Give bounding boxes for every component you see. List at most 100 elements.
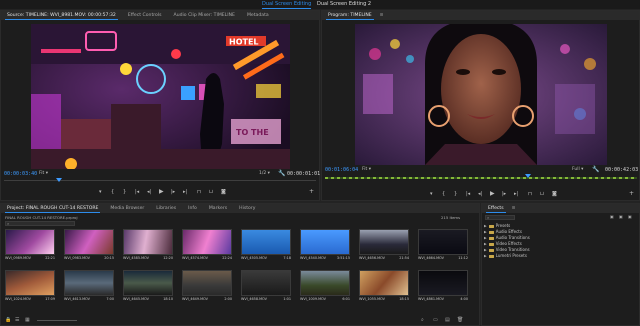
icon-view-icon[interactable]: ▦ — [25, 317, 30, 323]
clip-thumbnail[interactable] — [418, 270, 468, 296]
play-icon[interactable]: ▶ — [159, 189, 164, 195]
items-count: 215 Items — [441, 215, 461, 220]
effects-folder-label: Audio Transitions — [495, 235, 530, 240]
program-playhead[interactable] — [525, 174, 531, 178]
add-marker-icon[interactable]: ▾ — [99, 189, 102, 195]
add-button-icon[interactable]: + — [309, 189, 314, 195]
workspace-tab-dual-screen[interactable]: Dual Screen Editing — [262, 1, 312, 9]
program-time-ruler[interactable] — [325, 174, 637, 182]
effects-search-input[interactable]: ⌕ — [485, 215, 515, 220]
clip-name: WVI_0989.MOV — [5, 256, 31, 260]
source-zoom-label: Fit — [39, 171, 45, 176]
clip-thumbnail[interactable] — [418, 229, 468, 255]
clip-thumbnail[interactable] — [123, 229, 173, 255]
clip-duration: 18:10 — [163, 297, 173, 301]
source-time-ruler[interactable] — [4, 178, 316, 183]
clip-thumbnail[interactable] — [300, 270, 350, 296]
search-input[interactable]: ⌕ — [5, 221, 75, 226]
program-timecode-current[interactable]: 00:01:06:04 — [325, 167, 358, 173]
panel-menu-icon[interactable]: ≡ — [510, 204, 518, 213]
tab-media-browser[interactable]: Media Browser — [104, 204, 150, 213]
lift-icon[interactable]: ⊓ — [528, 191, 532, 197]
lock-icon[interactable]: 🔒 — [5, 317, 11, 323]
clip-thumbnail[interactable] — [300, 229, 350, 255]
clip-duration: 21:54 — [399, 256, 409, 260]
insert-icon[interactable]: ⊓ — [197, 189, 201, 195]
clip-thumbnail[interactable] — [182, 270, 232, 296]
wrench-icon[interactable]: 🔧 — [592, 166, 599, 173]
clip-name: WVI_4861.MOV — [418, 297, 444, 301]
mark-out-icon[interactable]: } — [123, 189, 126, 195]
clip-name: WVI_4649.MOV — [182, 297, 208, 301]
tab-program[interactable]: Program: TIMELINE — [322, 11, 378, 20]
mark-in-icon[interactable]: { — [442, 191, 445, 197]
source-playhead[interactable] — [56, 178, 62, 182]
source-resolution-select[interactable]: 1/2 ▾ — [259, 171, 270, 176]
effects-folder-video-effects[interactable]: ▶ Video Effects — [484, 241, 522, 246]
source-video-frame[interactable]: HOTEL TO THE — [31, 24, 290, 169]
clip-thumbnail[interactable] — [64, 229, 114, 255]
yuv-effects-icon[interactable]: ▣ — [628, 214, 632, 219]
tab-libraries[interactable]: Libraries — [150, 204, 182, 213]
zoom-slider[interactable] — [37, 320, 77, 321]
tab-project[interactable]: Project: FINAL ROUGH CUT-14 RESTORE — [1, 204, 104, 213]
effects-folder-label: Lumetri Presets — [495, 253, 527, 258]
go-to-out-icon[interactable]: ▸| — [183, 189, 187, 195]
mark-out-icon[interactable]: } — [454, 191, 457, 197]
tab-effects[interactable]: Effects — [482, 204, 510, 213]
step-back-icon[interactable]: ◂| — [478, 191, 482, 197]
program-resolution-select[interactable]: Full ▾ — [572, 167, 583, 172]
project-panel: Project: FINAL ROUGH CUT-14 RESTORE Medi… — [0, 203, 480, 326]
list-view-icon[interactable]: ☰ — [15, 317, 19, 323]
go-to-in-icon[interactable]: |◂ — [135, 189, 139, 195]
clip-thumbnail[interactable] — [182, 229, 232, 255]
source-zoom-select[interactable]: Fit ▾ — [39, 171, 48, 176]
new-item-icon[interactable]: ▤ — [445, 317, 450, 323]
add-marker-icon[interactable]: ▾ — [430, 191, 433, 197]
panel-menu-icon[interactable]: ≡ — [378, 11, 386, 20]
add-button-icon[interactable]: + — [629, 191, 634, 197]
effects-folder-audio-transitions[interactable]: ▶ Audio Transitions — [484, 235, 530, 240]
search-icon[interactable]: ⌕ — [421, 317, 424, 323]
effects-folder-presets[interactable]: ▶ Presets — [484, 223, 510, 228]
tab-audio-clip-mixer[interactable]: Audio Clip Mixer: TIMELINE — [168, 11, 241, 20]
export-frame-icon[interactable]: ◙ — [221, 189, 226, 195]
wrench-icon[interactable]: 🔧 — [278, 170, 285, 177]
step-back-icon[interactable]: ◂| — [147, 189, 151, 195]
clip-thumbnail[interactable] — [359, 270, 409, 296]
go-to-in-icon[interactable]: |◂ — [466, 191, 470, 197]
extract-icon[interactable]: ⊔ — [540, 191, 544, 197]
accelerated-effects-icon[interactable]: ▣ — [610, 214, 614, 219]
clip-thumbnail[interactable] — [359, 229, 409, 255]
step-forward-icon[interactable]: |▸ — [171, 189, 175, 195]
clip-thumbnail[interactable] — [241, 229, 291, 255]
effects-folder-audio-effects[interactable]: ▶ Audio Effects — [484, 229, 522, 234]
mark-in-icon[interactable]: { — [111, 189, 114, 195]
clip-thumbnail[interactable] — [5, 229, 55, 255]
program-zoom-select[interactable]: Fit ▾ — [362, 167, 371, 172]
overwrite-icon[interactable]: ⊔ — [209, 189, 213, 195]
new-bin-icon[interactable]: ▭ — [433, 317, 438, 323]
clip-thumbnail[interactable] — [64, 270, 114, 296]
tab-history[interactable]: History — [233, 204, 261, 213]
effects-folder-video-transitions[interactable]: ▶ Video Transitions — [484, 247, 530, 252]
program-video-frame[interactable] — [355, 24, 607, 165]
clip-thumbnail[interactable] — [123, 270, 173, 296]
tab-metadata[interactable]: Metadata — [241, 11, 275, 20]
effects-folder-lumetri-presets[interactable]: ▶ Lumetri Presets — [484, 253, 527, 258]
source-timecode-current[interactable]: 00:00:03:40 — [4, 171, 37, 177]
workspace-tab-dual-screen-2[interactable]: Dual Screen Editing 2 — [317, 1, 371, 8]
tab-markers[interactable]: Markers — [203, 204, 233, 213]
clip-thumbnail[interactable] — [5, 270, 55, 296]
source-monitor-panel: Source: TIMELINE: WVI_8981.MOV: 00:00:57… — [0, 10, 320, 201]
tab-source[interactable]: Source: TIMELINE: WVI_8981.MOV: 00:00:57… — [1, 11, 122, 20]
tab-info[interactable]: Info — [182, 204, 203, 213]
export-frame-icon[interactable]: ◙ — [552, 191, 557, 197]
clip-thumbnail[interactable] — [241, 270, 291, 296]
trash-icon[interactable]: 🗑 — [457, 317, 463, 323]
step-forward-icon[interactable]: |▸ — [502, 191, 506, 197]
32bit-effects-icon[interactable]: ▣ — [619, 214, 623, 219]
play-icon[interactable]: ▶ — [490, 191, 495, 197]
tab-effect-controls[interactable]: Effect Controls — [122, 11, 168, 20]
go-to-out-icon[interactable]: ▸| — [514, 191, 518, 197]
